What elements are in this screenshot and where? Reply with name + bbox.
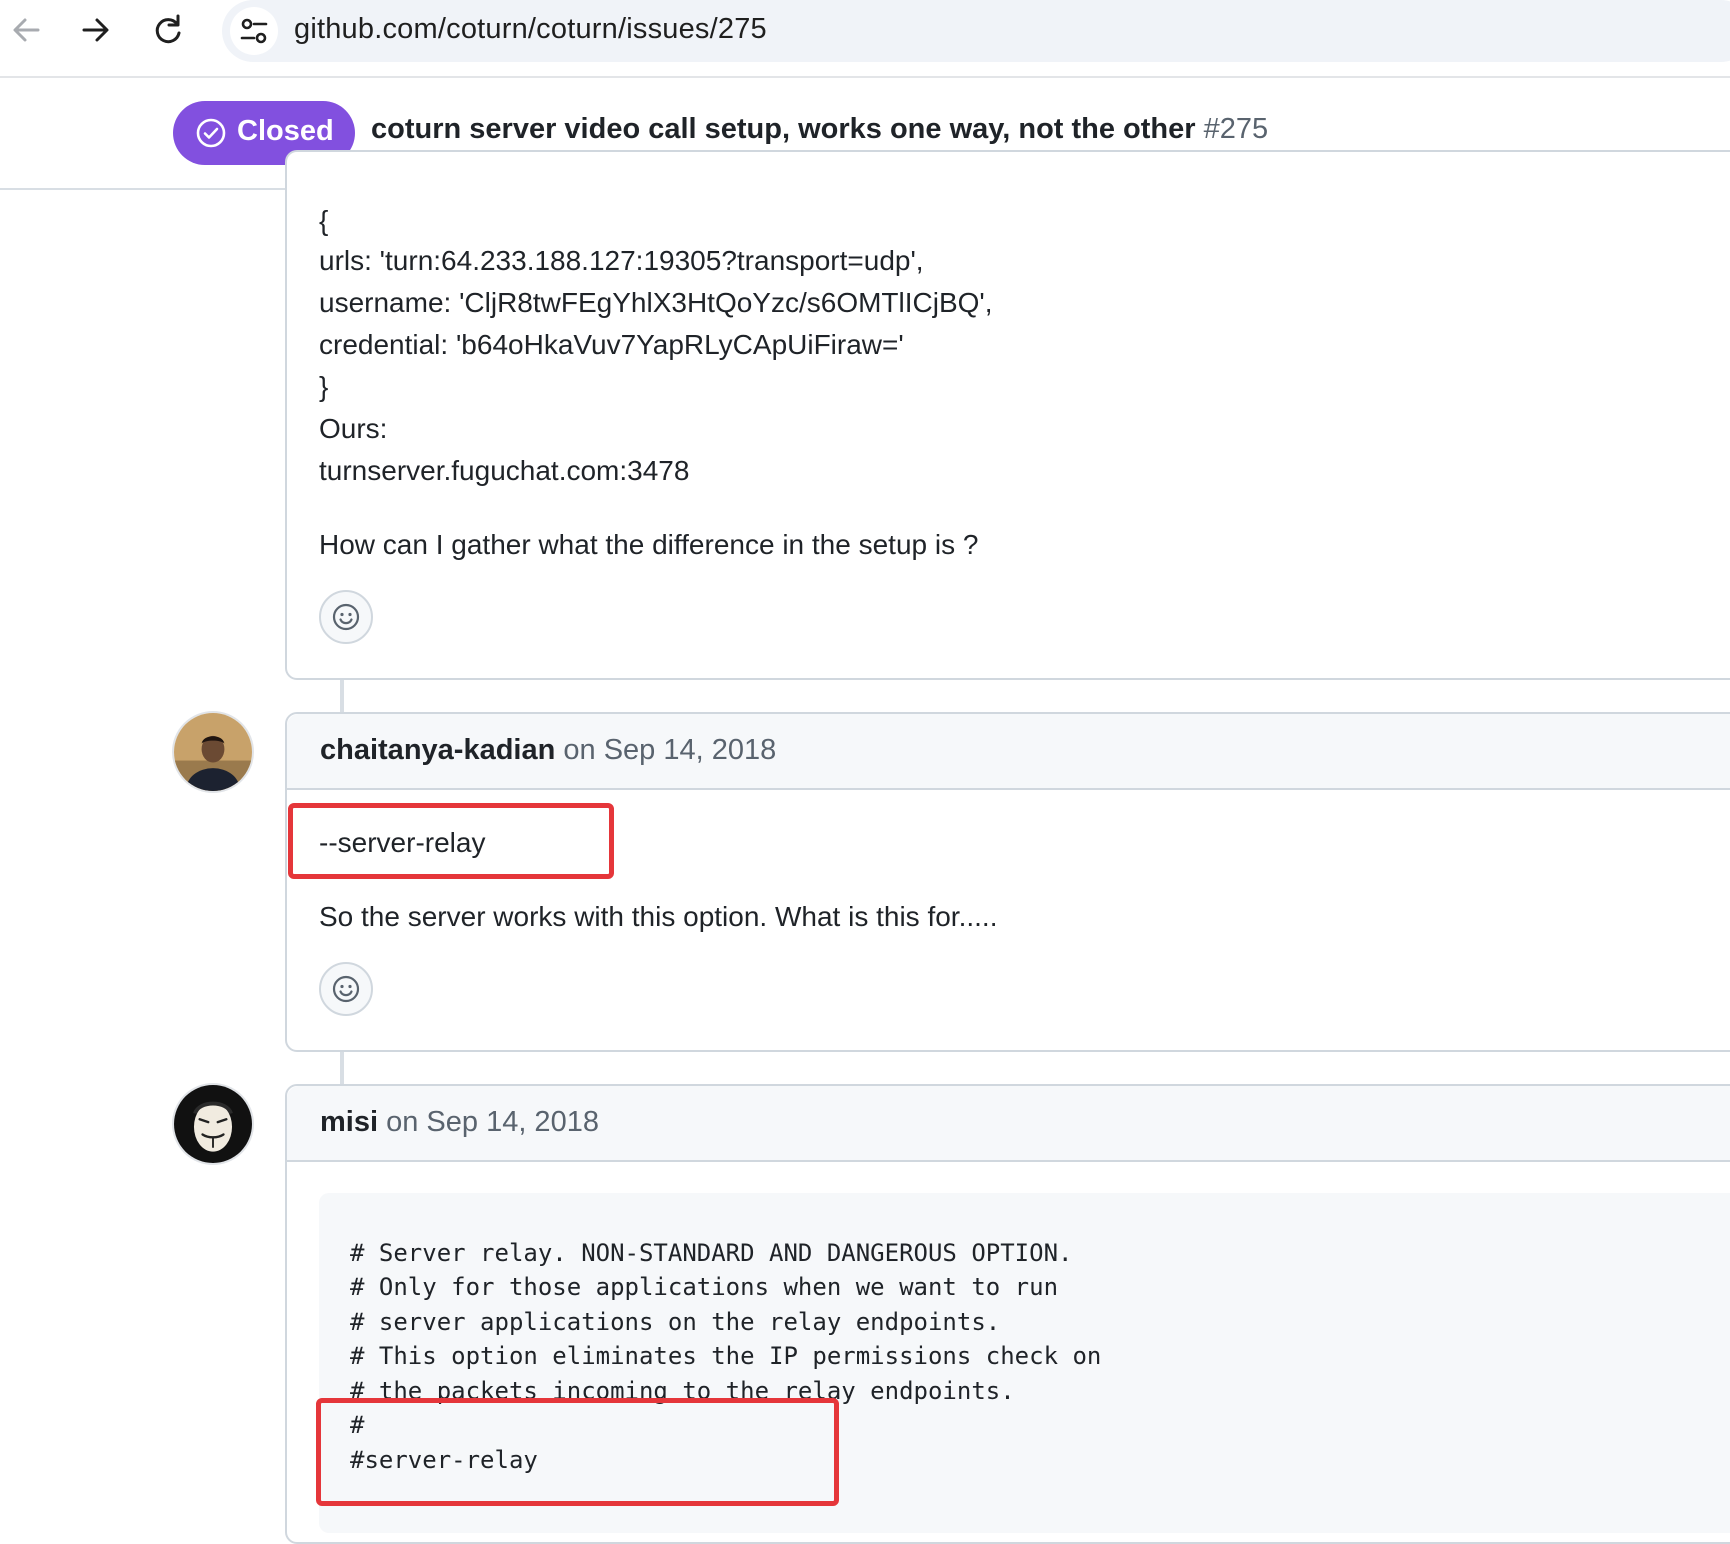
comment-header-text: chaitanya-kadian on Sep 14, 2018: [320, 734, 776, 767]
forward-button[interactable]: [76, 10, 116, 50]
browser-toolbar: github.com/coturn/coturn/issues/275: [0, 0, 1730, 78]
comment-timestamp[interactable]: on Sep 14, 2018: [386, 1106, 599, 1138]
back-arrow-icon: [13, 18, 40, 42]
comment-author-link[interactable]: chaitanya-kadian: [320, 734, 555, 766]
comment-header-text: misi on Sep 14, 2018: [320, 1106, 599, 1139]
site-settings-icon: [240, 18, 268, 44]
code-line: # This option eliminates the IP permissi…: [350, 1342, 1102, 1370]
smiley-icon: [332, 603, 360, 631]
code-line: # Server relay. NON-STANDARD AND DANGERO…: [350, 1239, 1073, 1267]
comment-timestamp[interactable]: on Sep 14, 2018: [563, 734, 776, 766]
comment-code-line: Ours:: [319, 413, 388, 444]
comment-code-line: }: [319, 371, 329, 402]
comment-question: How can I gather what the difference in …: [319, 529, 979, 560]
comment-code-line: credential: 'b64oHkaVuv7YapRLyCApUiFiraw…: [319, 329, 904, 360]
address-bar[interactable]: github.com/coturn/coturn/issues/275: [222, 0, 1730, 62]
issue-number: #275: [1203, 113, 1269, 145]
comment-code-line: username: 'CljR8twFEgYhlX3HtQoYzc/s6OMTl…: [319, 287, 993, 318]
comment-body-text: So the server works with this option. Wh…: [319, 901, 998, 932]
smiley-icon: [332, 975, 360, 1003]
avatar[interactable]: [172, 1083, 254, 1165]
reload-button[interactable]: [148, 10, 188, 50]
url-text[interactable]: github.com/coturn/coturn/issues/275: [294, 13, 767, 46]
timeline-connector: [340, 1052, 344, 1084]
issue-closed-icon: [195, 117, 227, 149]
highlight-annotation: [316, 1398, 839, 1506]
timeline-connector: [340, 680, 344, 712]
avatar[interactable]: [172, 711, 254, 793]
issue-title-text: coturn server video call setup, works on…: [371, 113, 1196, 145]
code-line: # Only for those applications when we wa…: [350, 1273, 1059, 1301]
comment-code-line: turnserver.fuguchat.com:3478: [319, 455, 690, 486]
comment-header: chaitanya-kadian on Sep 14, 2018: [287, 714, 1730, 790]
comment-header: misi on Sep 14, 2018: [287, 1086, 1730, 1162]
comment-code-line: {: [319, 205, 329, 236]
comment-box: [285, 150, 1730, 680]
comment-box: chaitanya-kadian on Sep 14, 2018: [285, 712, 1730, 1052]
issue-title: coturn server video call setup, works on…: [371, 113, 1268, 146]
comment-code-line: urls: 'turn:64.233.188.127:19305?transpo…: [319, 245, 924, 276]
add-reaction-button[interactable]: [319, 962, 373, 1016]
code-line: # server applications on the relay endpo…: [350, 1308, 1001, 1336]
highlight-annotation: [288, 803, 614, 879]
back-button[interactable]: [6, 10, 46, 50]
issue-state-label: Closed: [237, 115, 334, 147]
reload-icon: [155, 14, 181, 44]
add-reaction-button[interactable]: [319, 590, 373, 644]
comment-author-link[interactable]: misi: [320, 1106, 378, 1138]
forward-arrow-icon: [82, 18, 109, 42]
site-info-button[interactable]: [230, 7, 278, 55]
